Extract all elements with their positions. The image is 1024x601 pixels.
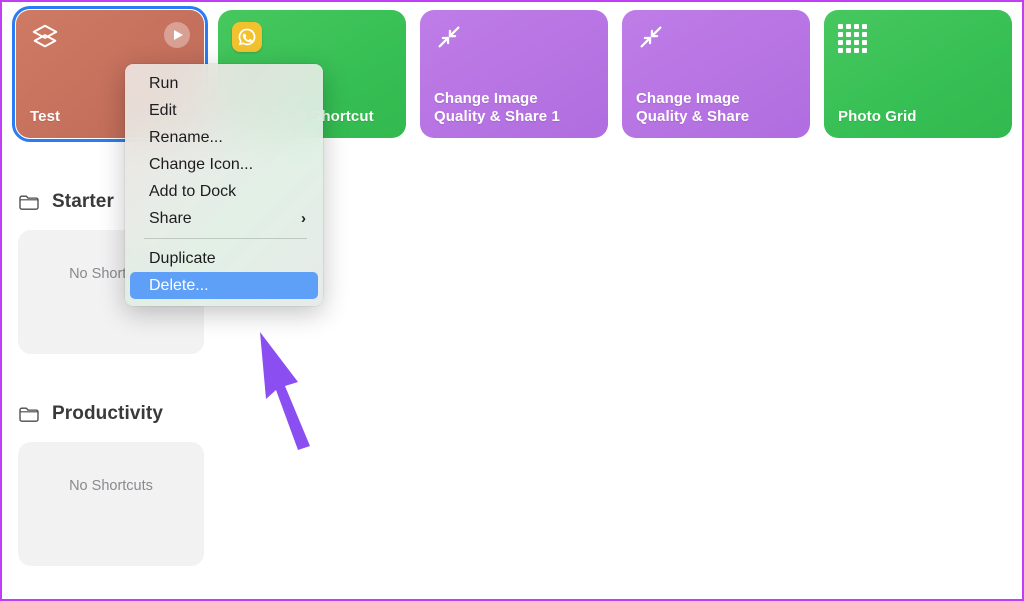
layers-icon xyxy=(32,24,58,48)
shortcut-title: Photo Grid xyxy=(838,108,917,125)
menu-item-delete[interactable]: Delete... xyxy=(130,272,318,299)
chevron-right-icon: › xyxy=(301,210,306,227)
card-header xyxy=(434,22,594,56)
folder-name: Productivity xyxy=(52,403,163,424)
card-header xyxy=(30,22,190,56)
menu-separator xyxy=(144,238,307,239)
folder-name: Starter xyxy=(52,191,114,212)
menu-item-label: Change Icon... xyxy=(149,155,254,173)
context-menu[interactable]: Run Edit Rename... Change Icon... Add to… xyxy=(125,64,323,306)
card-header xyxy=(636,22,796,56)
shortcut-card-photo-grid[interactable]: Photo Grid xyxy=(824,10,1012,138)
menu-item-duplicate[interactable]: Duplicate xyxy=(130,245,318,272)
folder-section-productivity: Productivity No Shortcuts xyxy=(18,400,204,566)
compress-arrows-icon xyxy=(438,26,460,48)
annotation-arrow-icon xyxy=(260,332,310,450)
folder-icon xyxy=(19,195,39,210)
shortcuts-app-window: Test WhatsApp Shortcut xyxy=(0,0,1024,601)
shortcut-card-change-image-quality-share-1[interactable]: Change Image Quality & Share 1 xyxy=(420,10,608,138)
shortcut-card-change-image-quality-share[interactable]: Change Image Quality & Share xyxy=(622,10,810,138)
whatsapp-icon xyxy=(232,22,262,52)
menu-item-add-to-dock[interactable]: Add to Dock xyxy=(130,178,318,205)
menu-item-label: Share xyxy=(149,209,192,227)
card-header xyxy=(838,22,998,56)
menu-item-rename[interactable]: Rename... xyxy=(130,124,318,151)
play-icon[interactable] xyxy=(164,22,190,48)
menu-item-change-icon[interactable]: Change Icon... xyxy=(130,151,318,178)
folder-header[interactable]: Productivity xyxy=(18,400,204,428)
card-header xyxy=(232,22,392,56)
empty-folder-card: No Shortcuts xyxy=(18,442,204,566)
menu-item-label: Rename... xyxy=(149,128,223,146)
grid-dots-icon xyxy=(838,24,867,53)
menu-item-share[interactable]: Share › xyxy=(130,205,318,232)
shortcut-title: Change Image Quality & Share xyxy=(636,90,750,125)
menu-item-label: Edit xyxy=(149,101,177,119)
empty-folder-label: No Shortcuts xyxy=(69,478,153,494)
menu-item-label: Duplicate xyxy=(149,249,216,267)
menu-item-label: Run xyxy=(149,74,179,92)
compress-arrows-icon xyxy=(640,26,662,48)
folder-icon xyxy=(19,407,39,422)
menu-item-label: Delete... xyxy=(149,276,209,294)
menu-item-edit[interactable]: Edit xyxy=(130,97,318,124)
shortcut-title: Change Image Quality & Share 1 xyxy=(434,90,560,125)
menu-item-label: Add to Dock xyxy=(149,182,237,200)
menu-item-run[interactable]: Run xyxy=(130,70,318,97)
